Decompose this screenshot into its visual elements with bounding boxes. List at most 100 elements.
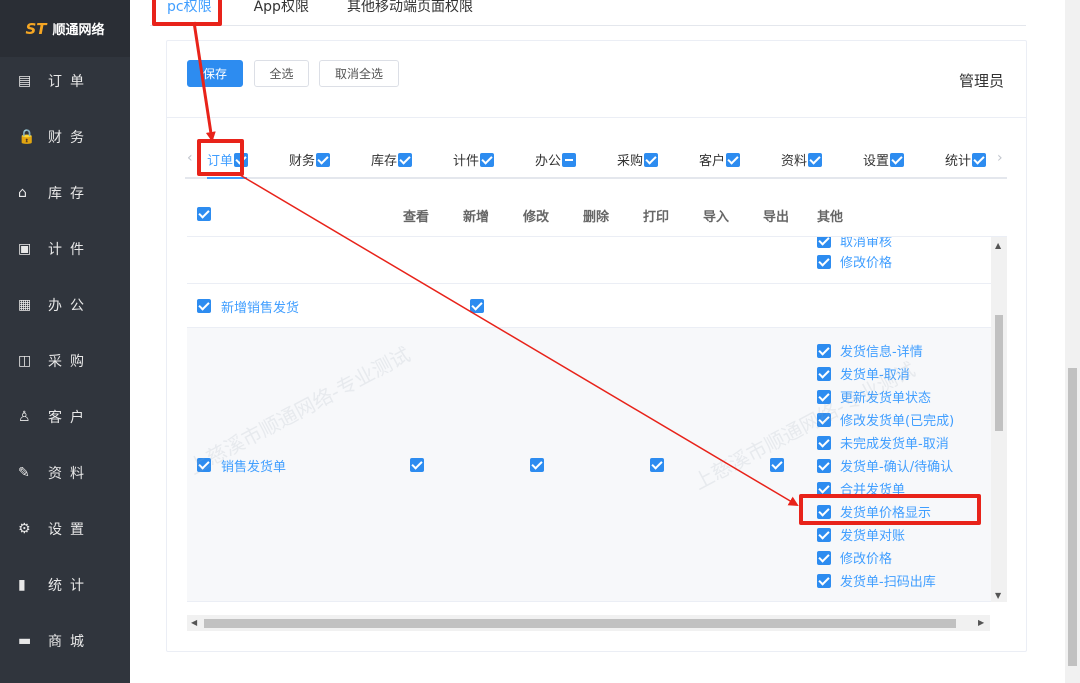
home-icon: ⌂ [18, 185, 27, 201]
shopping-bag-icon: ◫ [18, 353, 32, 369]
checkbox[interactable] [817, 237, 831, 248]
row-checkbox[interactable] [197, 458, 211, 472]
checkbox[interactable] [817, 254, 831, 269]
module-tab-checkbox[interactable] [890, 152, 905, 167]
row-checkbox[interactable] [197, 299, 211, 313]
module-tab-checkbox[interactable] [316, 152, 331, 167]
module-tab-label: 统计 [945, 154, 972, 169]
sidebar-item-1[interactable]: 🔒 财务 [0, 117, 130, 157]
checkbox[interactable] [817, 343, 831, 358]
module-tab-checkbox[interactable] [480, 152, 495, 167]
module-tab-8[interactable]: 设置 [863, 150, 905, 169]
deselect-all-button[interactable]: 取消全选 [319, 60, 399, 87]
chevron-right-icon[interactable]: › [997, 150, 1003, 166]
save-button[interactable]: 保存 [187, 60, 243, 87]
checkbox[interactable] [817, 458, 831, 473]
sidebar-item-label: 资料 [48, 466, 92, 482]
other-permission: 合并发货单 [817, 477, 905, 500]
page-scroll-thumb[interactable] [1068, 368, 1077, 666]
module-tab-3[interactable]: 计件 [453, 150, 495, 169]
other-permission: 发货单价格显示 [817, 500, 931, 523]
module-tab-0[interactable]: 订单 [207, 150, 249, 169]
sidebar-item-10[interactable]: ▬ 商城 [0, 621, 130, 661]
module-tab-checkbox[interactable] [726, 152, 741, 167]
module-tab-2[interactable]: 库存 [371, 150, 413, 169]
view-checkbox[interactable] [410, 458, 424, 472]
other-permission: 发货单-扫码出库 [817, 569, 936, 592]
module-tab-checkbox[interactable] [808, 152, 823, 167]
scroll-down-icon[interactable]: ▼ [995, 591, 1001, 600]
chevron-left-icon[interactable]: ‹ [187, 150, 193, 166]
module-tab-checkbox[interactable] [234, 152, 249, 167]
scroll-left-icon[interactable]: ◀ [191, 618, 197, 627]
checkbox[interactable] [817, 435, 831, 450]
select-all-rows-checkbox[interactable] [197, 207, 211, 221]
table-header: 查看 新增 修改 删除 打印 导入 导出 其他 [187, 191, 1007, 237]
sidebar-item-9[interactable]: ▮ 统计 [0, 565, 130, 605]
gear-icon: ⚙ [18, 521, 31, 537]
scroll-thumb[interactable] [995, 315, 1003, 431]
user-icon: ♙ [18, 409, 31, 425]
checkbox[interactable] [817, 527, 831, 542]
add-checkbox[interactable] [470, 299, 484, 313]
other-permission: 修改价格 [817, 250, 892, 273]
sidebar: ST 顺通网络 ▤ 订单 🔒 财务 ⌂ 库存 ▣ 计件 ▦ 办公 ◫ 采购 ♙ 客户 ✎ 资料 ⚙ 设置 ▮ 统计 ▬ 商… [0, 0, 130, 683]
print-checkbox[interactable] [650, 458, 664, 472]
sidebar-item-label: 设置 [48, 522, 92, 538]
sidebar-item-6[interactable]: ♙ 客户 [0, 397, 130, 437]
checkbox[interactable] [817, 481, 831, 496]
checkbox[interactable] [817, 412, 831, 427]
table-vertical-scrollbar[interactable]: ▲ ▼ [991, 237, 1007, 602]
permission-label: 发货单-扫码出库 [840, 575, 936, 590]
module-tab-label: 订单 [207, 154, 234, 169]
module-tab-4[interactable]: 办公 [535, 150, 577, 169]
permission-label: 发货单-取消 [840, 368, 910, 383]
checkbox[interactable] [817, 366, 831, 381]
column-header: 其他 [817, 210, 844, 225]
lock-icon: 🔒 [18, 129, 36, 145]
sidebar-item-2[interactable]: ⌂ 库存 [0, 173, 130, 213]
sidebar-item-4[interactable]: ▦ 办公 [0, 285, 130, 325]
module-tab-1[interactable]: 财务 [289, 150, 331, 169]
module-tab-9[interactable]: 统计 [945, 150, 987, 169]
other-permission: 修改发货单(已完成) [817, 408, 954, 431]
export-checkbox[interactable] [770, 458, 784, 472]
tab-mobile-page-permission[interactable]: 其他移动端页面权限 [330, 0, 490, 25]
sidebar-item-5[interactable]: ◫ 采购 [0, 341, 130, 381]
module-tab-checkbox[interactable] [562, 152, 577, 167]
page-scrollbar[interactable] [1065, 0, 1080, 683]
checkbox[interactable] [817, 573, 831, 588]
module-tab-6[interactable]: 客户 [699, 150, 741, 169]
module-tab-checkbox[interactable] [972, 152, 987, 167]
other-permission: 发货单-取消 [817, 362, 910, 385]
checkbox[interactable] [817, 504, 831, 519]
sidebar-item-0[interactable]: ▤ 订单 [0, 61, 130, 101]
sidebar-item-label: 办公 [48, 298, 92, 314]
column-header: 删除 [583, 210, 610, 225]
permission-label: 修改发货单(已完成) [840, 414, 955, 429]
scroll-right-icon[interactable]: ▶ [978, 618, 984, 627]
brand: ST 顺通网络 [0, 0, 130, 57]
sidebar-item-8[interactable]: ⚙ 设置 [0, 509, 130, 549]
checkbox[interactable] [817, 550, 831, 565]
sidebar-item-3[interactable]: ▣ 计件 [0, 229, 130, 269]
role-name: 管理员 [958, 72, 1004, 90]
tab-app-permission[interactable]: App权限 [237, 0, 326, 25]
module-tab-7[interactable]: 资料 [781, 150, 823, 169]
column-header: 修改 [523, 210, 550, 225]
module-tab-checkbox[interactable] [398, 152, 413, 167]
column-header: 新增 [463, 210, 490, 225]
table-row: 取消审核 修改价格 [187, 237, 991, 284]
permission-label: 未完成发货单-取消 [840, 437, 949, 452]
table-horizontal-scrollbar[interactable]: ◀ ▶ [187, 615, 990, 631]
checkbox[interactable] [817, 389, 831, 404]
select-all-button[interactable]: 全选 [254, 60, 309, 87]
module-tab-checkbox[interactable] [644, 152, 659, 167]
scroll-thumb[interactable] [204, 619, 956, 628]
scroll-up-icon[interactable]: ▲ [995, 241, 1001, 250]
edit-checkbox[interactable] [530, 458, 544, 472]
module-tab-5[interactable]: 采购 [617, 150, 659, 169]
module-tab-label: 库存 [371, 154, 398, 169]
tab-pc-permission[interactable]: pc权限 [150, 0, 229, 25]
sidebar-item-7[interactable]: ✎ 资料 [0, 453, 130, 493]
